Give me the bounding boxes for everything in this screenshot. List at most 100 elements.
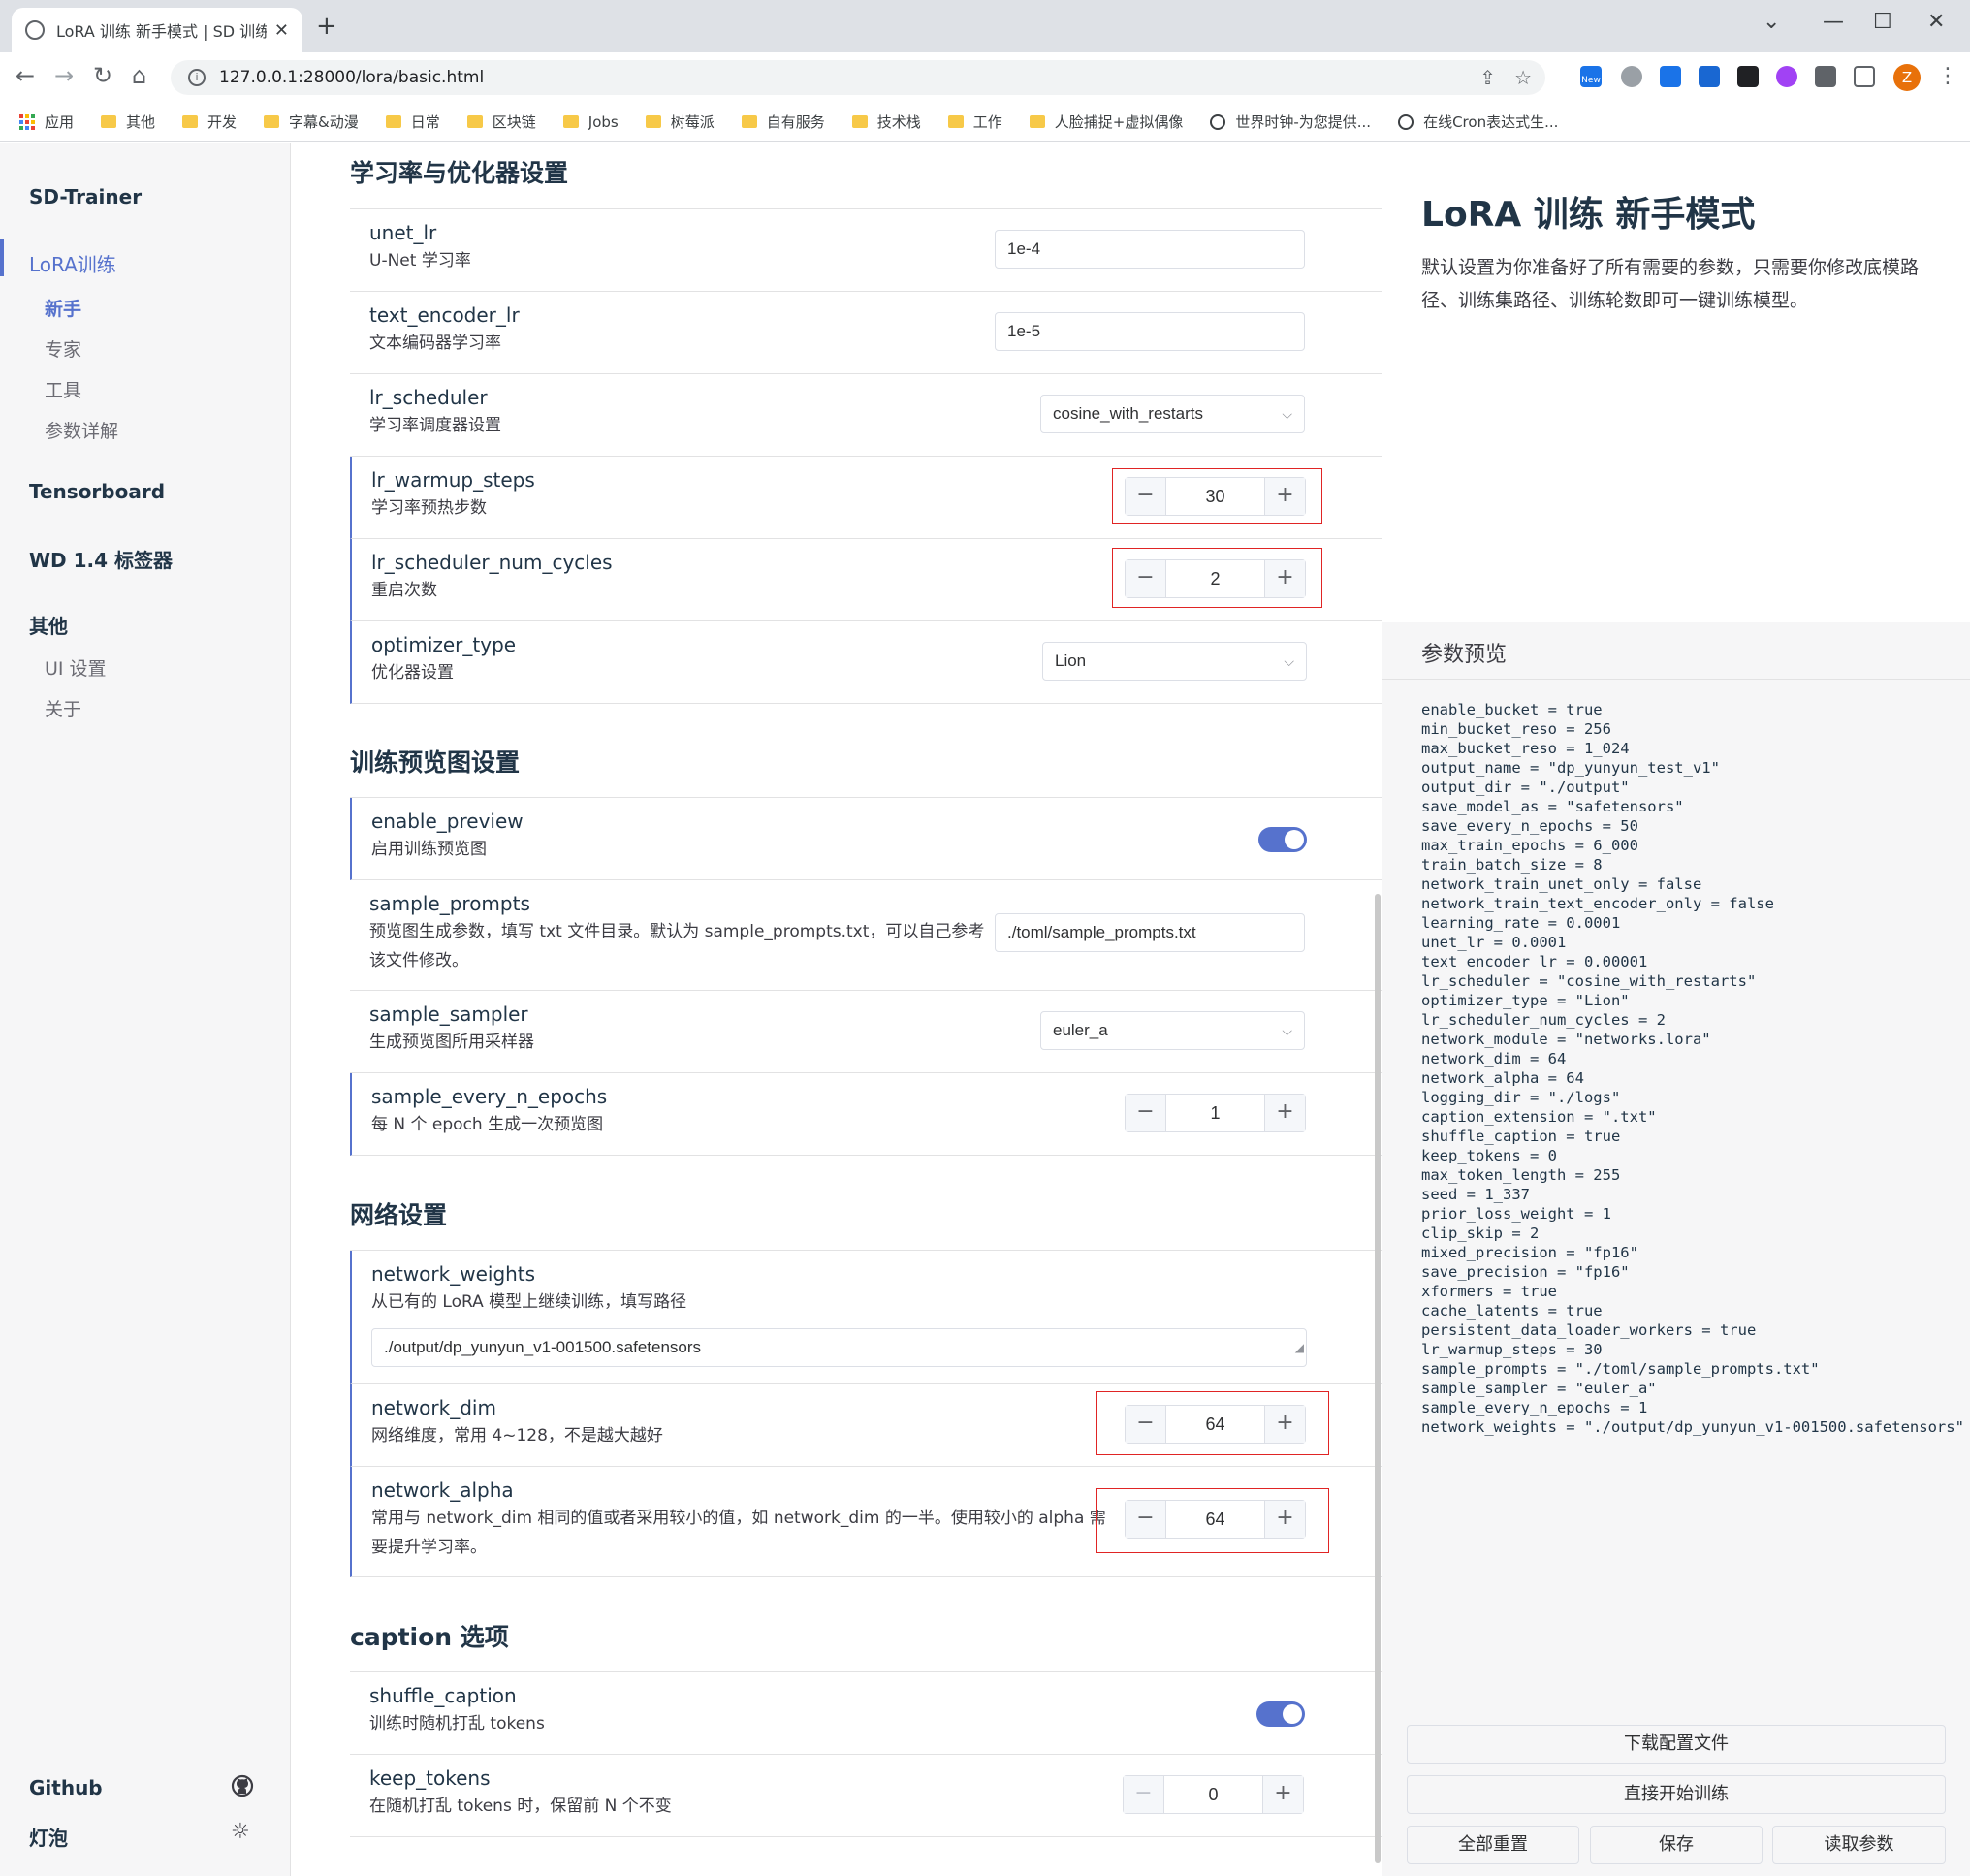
toggle-knob — [1285, 830, 1304, 849]
sidebar-item-wd-tagger[interactable]: WD 1.4 标签器 — [29, 545, 173, 573]
divider — [1382, 679, 1970, 680]
download-config-button[interactable]: 下载配置文件 — [1407, 1725, 1946, 1764]
sidebar-item-about[interactable]: 关于 — [45, 695, 81, 721]
extension-blue-icon[interactable] — [1660, 66, 1681, 87]
bookmark-folder[interactable]: Jobs — [562, 113, 619, 131]
sun-icon[interactable]: ☼ — [231, 1820, 250, 1844]
reload-icon[interactable]: ↻ — [93, 64, 112, 87]
bookmark-apps[interactable]: 应用 — [19, 111, 74, 132]
stepper-value[interactable]: 0 — [1164, 1776, 1262, 1813]
side-panel-icon[interactable] — [1854, 66, 1875, 87]
bookmark-label: 自有服务 — [766, 113, 825, 131]
lr-scheduler-select[interactable]: cosine_with_restarts ⌵ — [1040, 395, 1305, 433]
bookmark-folder[interactable]: 其他 — [101, 111, 155, 132]
param-desc: 训练时随机打乱 tokens — [369, 1714, 545, 1733]
extension-new-icon[interactable]: New — [1580, 66, 1602, 87]
sidebar-group-other[interactable]: 其他 — [29, 611, 68, 639]
bookmark-folder[interactable]: 日常 — [385, 111, 440, 132]
close-window-icon[interactable]: ✕ — [1927, 10, 1945, 34]
sample-prompts-input[interactable]: ./toml/sample_prompts.txt — [995, 913, 1305, 952]
stepper-value[interactable]: 1 — [1166, 1095, 1264, 1131]
globe-icon — [1210, 113, 1226, 130]
bookmark-link[interactable]: 世界时钟-为您提供... — [1210, 111, 1371, 132]
folder-icon — [562, 115, 579, 128]
home-icon[interactable]: ⌂ — [132, 64, 146, 87]
resize-grip-icon[interactable]: ◢ — [1295, 1329, 1304, 1366]
bookmark-folder[interactable]: 技术栈 — [851, 111, 921, 132]
network-weights-textarea[interactable]: ./output/dp_yunyun_v1-001500.safetensors… — [371, 1328, 1307, 1367]
sample-sampler-select[interactable]: euler_a ⌵ — [1040, 1011, 1305, 1050]
param-desc-line-1: 预览图生成参数，填写 txt 文件目录。默认为 sample_prompts.t… — [369, 922, 985, 941]
maximize-window-icon[interactable]: ☐ — [1873, 10, 1892, 34]
extensions-puzzle-icon[interactable] — [1815, 66, 1836, 87]
start-training-button[interactable]: 直接开始训练 — [1407, 1775, 1946, 1814]
text-encoder-lr-input[interactable]: 1e-5 — [995, 312, 1305, 351]
load-params-button[interactable]: 读取参数 — [1772, 1826, 1946, 1864]
enable-preview-toggle[interactable] — [1258, 827, 1307, 852]
sidebar-item-tools[interactable]: 工具 — [45, 376, 81, 402]
bookmark-folder[interactable]: 树莓派 — [645, 111, 715, 132]
bookmark-folder[interactable]: 区块链 — [466, 111, 536, 132]
bookmark-label: 应用 — [45, 113, 75, 131]
address-bar[interactable]: i 127.0.0.1:28000/lora/basic.html ⇪ ☆ — [171, 60, 1545, 95]
back-arrow-icon[interactable]: ← — [16, 64, 35, 87]
increment-button[interactable]: + — [1264, 1095, 1305, 1131]
bookmark-folder[interactable]: 人脸捕捉+虚拟偶像 — [1029, 111, 1183, 132]
minimize-window-icon[interactable]: — — [1823, 10, 1844, 34]
bookmark-folder[interactable]: 开发 — [182, 111, 237, 132]
decrement-button[interactable]: − — [1124, 1776, 1164, 1813]
bookmark-label: 世界时钟-为您提供... — [1235, 113, 1372, 131]
section-title-preview: 训练预览图设置 — [350, 748, 521, 777]
sample-every-n-epochs-stepper[interactable]: − 1 + — [1125, 1094, 1306, 1132]
sidebar-item-params[interactable]: 参数详解 — [45, 417, 118, 443]
sidebar-item-expert[interactable]: 专家 — [45, 335, 81, 362]
save-button[interactable]: 保存 — [1590, 1826, 1763, 1864]
share-and-bookmark-icons[interactable]: ⇪ ☆ — [1479, 66, 1532, 89]
sidebar-item-tensorboard[interactable]: Tensorboard — [29, 480, 165, 503]
profile-avatar[interactable]: Z — [1893, 64, 1921, 91]
keep-tokens-stepper[interactable]: − 0 + — [1123, 1775, 1304, 1814]
site-info-icon[interactable]: i — [188, 69, 206, 86]
sidebar-group-lora[interactable]: LoRA训练 — [29, 249, 116, 277]
tab-search-chevron-icon[interactable]: ⌄ — [1763, 10, 1780, 34]
reset-all-button[interactable]: 全部重置 — [1407, 1826, 1579, 1864]
forward-arrow-icon[interactable]: → — [54, 64, 74, 87]
bookmark-folder[interactable]: 工作 — [947, 111, 1002, 132]
param-desc-line-2: 该文件修改。 — [369, 951, 468, 970]
param-desc: 启用训练预览图 — [371, 840, 487, 859]
param-desc: 文本编码器学习率 — [369, 334, 501, 353]
extension-globe-icon[interactable] — [1621, 66, 1642, 87]
extension-dark-icon[interactable] — [1737, 66, 1759, 87]
unet-lr-input[interactable]: 1e-4 — [995, 230, 1305, 269]
param-name: sample_prompts — [369, 892, 530, 915]
browser-menu-icon[interactable]: ⋮ — [1937, 64, 1958, 88]
bookmark-folder[interactable]: 自有服务 — [741, 111, 825, 132]
extension-translate-icon[interactable] — [1699, 66, 1720, 87]
browser-tab-strip: LoRA 训练 新手模式 | SD 训练 UI ✕ + ⌄ — ☐ ✕ — [0, 0, 1970, 52]
github-icon[interactable] — [231, 1774, 254, 1803]
shuffle-caption-toggle[interactable] — [1256, 1701, 1305, 1727]
chevron-down-icon: ⌵ — [1282, 1023, 1292, 1038]
section-title-lr: 学习率与优化器设置 — [350, 159, 569, 187]
main-scrollbar[interactable] — [1375, 894, 1381, 1863]
new-tab-icon[interactable]: + — [316, 14, 337, 39]
extension-purple-icon[interactable] — [1776, 66, 1797, 87]
preview-title: 参数预览 — [1421, 643, 1508, 667]
increment-button[interactable]: + — [1262, 1776, 1303, 1813]
optimizer-type-select[interactable]: Lion ⌵ — [1042, 642, 1307, 681]
page-title: LoRA 训练 新手模式 — [1421, 195, 1756, 235]
bookmark-link[interactable]: 在线Cron表达式生... — [1398, 111, 1558, 132]
param-desc: 重启次数 — [371, 581, 437, 600]
param-name: lr_warmup_steps — [371, 468, 535, 492]
close-tab-icon[interactable]: ✕ — [274, 20, 289, 41]
bookmark-folder[interactable]: 字幕&动漫 — [264, 111, 359, 132]
brand-title[interactable]: SD-Trainer — [29, 185, 142, 208]
browser-tab[interactable]: LoRA 训练 新手模式 | SD 训练 UI ✕ — [12, 8, 302, 52]
sidebar-item-basic[interactable]: 新手 — [45, 295, 81, 321]
folder-icon — [182, 115, 199, 128]
param-row-text-encoder-lr: text_encoder_lr 文本编码器学习率 1e-5 — [350, 292, 1382, 374]
param-row-sample-prompts: sample_prompts 预览图生成参数，填写 txt 文件目录。默认为 s… — [350, 880, 1382, 991]
decrement-button[interactable]: − — [1126, 1095, 1166, 1131]
sidebar-item-ui-settings[interactable]: UI 设置 — [45, 654, 107, 681]
param-desc-line-2: 要提升学习率。 — [371, 1538, 487, 1557]
